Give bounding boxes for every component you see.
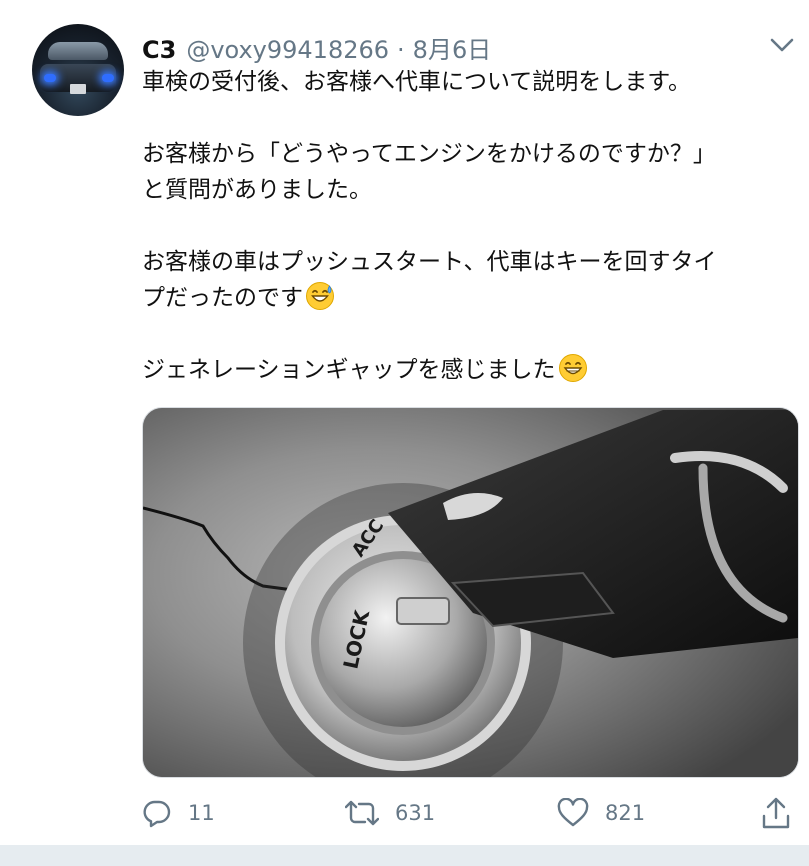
tweet-card[interactable]: C3 @voxy99418266 · 8月6日 車検の受付後、お客様へ代車につい…	[0, 0, 809, 845]
avatar-headlight-right	[102, 74, 114, 82]
tweet-header: C3 @voxy99418266 · 8月6日	[142, 30, 491, 64]
retweet-icon	[345, 800, 379, 826]
tweet-date[interactable]: 8月6日	[413, 30, 492, 65]
tweet-photo[interactable]: LOCK ACC	[142, 407, 799, 778]
share-icon	[762, 797, 790, 829]
tweet-line: ジェネレーションギャップを感じました	[142, 357, 556, 383]
retweet-count: 631	[395, 801, 436, 825]
like-count: 821	[605, 801, 646, 825]
display-name[interactable]: C3	[142, 36, 176, 64]
tweet-actions: 11 631 821	[142, 793, 802, 833]
retweet-button[interactable]: 631	[345, 793, 435, 833]
tweet-line-with-emoji: プだったのです	[142, 280, 792, 316]
separator-dot: ·	[397, 36, 405, 64]
tweet-text: 車検の受付後、お客様へ代車について説明をします。 お客様から「どうやってエンジン…	[142, 64, 792, 388]
like-button[interactable]: 821	[557, 793, 645, 833]
sweat-smile-emoji	[306, 282, 334, 310]
ignition-key-illustration: LOCK ACC	[143, 408, 798, 777]
avatar[interactable]	[32, 24, 124, 116]
chevron-down-icon[interactable]	[768, 34, 796, 54]
tweet-line: プだったのです	[142, 285, 303, 311]
tweet-line: 車検の受付後、お客様へ代車について説明をします。	[142, 69, 692, 95]
avatar-car-roof	[48, 42, 108, 60]
reply-icon	[143, 800, 171, 828]
user-handle[interactable]: @voxy99418266	[186, 36, 389, 64]
timeline-divider	[0, 845, 809, 866]
tweet-line: と質問がありました。	[142, 177, 372, 203]
grin-emoji	[558, 354, 587, 382]
share-button[interactable]	[761, 793, 791, 833]
heart-icon	[557, 798, 589, 827]
reply-button[interactable]: 11	[142, 793, 215, 833]
tweet-line-with-emoji: ジェネレーションギャップを感じました	[142, 352, 792, 388]
tweet-line: お客様の車はプッシュスタート、代車はキーを回すタイ	[142, 249, 717, 275]
avatar-license-plate	[70, 84, 86, 94]
tweet-line: お客様から「どうやってエンジンをかけるのですか？」	[142, 141, 716, 167]
reply-count: 11	[188, 801, 215, 825]
avatar-headlight-left	[44, 74, 56, 82]
